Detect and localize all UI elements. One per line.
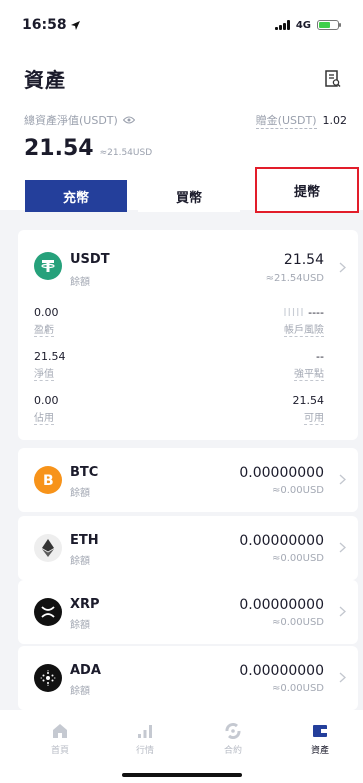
home-icon [53, 724, 67, 738]
records-icon[interactable] [325, 70, 341, 88]
stat-value: ---- [308, 306, 324, 319]
coin-sub: 餘額 [70, 556, 90, 567]
tab-home[interactable]: 首頁 [30, 722, 90, 756]
coin-sub: 餘額 [70, 277, 90, 288]
coin-usd: ≈0.00USD [271, 553, 324, 564]
liquidation-stat: -- 強平點 [294, 350, 324, 381]
chevron-right-icon [339, 474, 346, 485]
signal-icon [274, 20, 290, 30]
stat-label: 強平點 [294, 365, 324, 381]
coin-name: ADA [70, 663, 101, 678]
tab-contract[interactable]: 合約 [203, 722, 263, 756]
stat-label: 盈虧 [34, 321, 54, 337]
coin-sub: 餘額 [70, 488, 90, 499]
chevron-right-icon [339, 672, 346, 683]
coin-name: BTC [70, 465, 99, 480]
location-arrow-icon [70, 20, 80, 30]
usdt-logo-icon [34, 252, 62, 280]
eth-logo-icon [34, 534, 62, 562]
coin-name: ETH [70, 533, 99, 548]
eye-icon[interactable] [122, 116, 135, 124]
network-label: 4G [295, 19, 311, 31]
usdt-card[interactable]: USDT 餘額 21.54 ≈21.54USD 0.00 盈虧 IIIII --… [18, 230, 358, 440]
chevron-right-icon [339, 606, 346, 617]
clock-text: 16:58 [22, 17, 67, 33]
coin-usd: ≈0.00USD [271, 485, 324, 496]
page-title: 資產 [24, 68, 66, 92]
deposit-button[interactable]: 充幣 [25, 180, 127, 212]
stat-label: 淨值 [34, 365, 54, 381]
coin-row-btc[interactable]: B BTC 餘額 0.00000000 ≈0.00USD [18, 448, 358, 512]
chevron-right-icon [339, 262, 346, 273]
occupied-stat: 0.00 佔用 [34, 394, 59, 425]
pnl-stat: 0.00 盈虧 [34, 306, 59, 337]
status-bar: 16:58 4G [0, 0, 363, 50]
coin-amount: 21.54 [283, 252, 324, 268]
stat-value: 21.54 [292, 394, 325, 407]
status-right: 4G [274, 19, 341, 31]
stat-value: -- [316, 350, 324, 363]
tab-label: 首頁 [50, 746, 69, 756]
risk-stat: IIIII ---- 帳戶風險 [283, 306, 324, 337]
stat-label: 佔用 [34, 409, 54, 425]
net-value-label: 總資產淨值(USDT) [24, 112, 135, 128]
coin-sub: 餘額 [70, 686, 90, 697]
equity-stat: 21.54 淨值 [34, 350, 66, 381]
coin-name: USDT [70, 252, 110, 267]
bonus-value: 1.02 [322, 114, 348, 127]
bottom-tab-bar: 首頁 行情 合約 資產 [0, 710, 363, 783]
stat-label: 可用 [304, 409, 324, 425]
coin-amount: 0.00000000 [239, 663, 324, 679]
status-time: 16:58 [22, 17, 80, 33]
net-value-amount: 21.54 [24, 136, 94, 161]
available-stat: 21.54 可用 [292, 394, 325, 425]
coin-name: XRP [70, 597, 100, 612]
tab-market[interactable]: 行情 [115, 722, 175, 756]
coin-row-eth[interactable]: ETH 餘額 0.00000000 ≈0.00USD [18, 516, 358, 580]
market-icon [138, 725, 152, 738]
risk-bar: IIIII [283, 306, 305, 319]
tab-label: 資產 [310, 746, 329, 756]
chevron-right-icon [339, 542, 346, 553]
svg-text:B: B [43, 473, 54, 488]
stat-value: 0.00 [34, 394, 59, 407]
tab-assets[interactable]: 資產 [290, 722, 350, 756]
tab-label: 行情 [135, 746, 154, 756]
battery-icon [317, 20, 341, 30]
coin-row-xrp[interactable]: XRP 餘額 0.00000000 ≈0.00USD [18, 580, 358, 644]
btc-logo-icon: B [34, 466, 62, 494]
home-indicator [122, 773, 242, 777]
coin-usd: ≈0.00USD [271, 617, 324, 628]
xrp-logo-icon [34, 598, 62, 626]
assets-icon [313, 725, 327, 737]
coin-amount: 0.00000000 [239, 597, 324, 613]
coin-amount: 0.00000000 [239, 465, 324, 481]
coin-usd: ≈21.54USD [265, 273, 324, 284]
stat-value: 21.54 [34, 350, 66, 363]
coin-usd: ≈0.00USD [271, 683, 324, 694]
coin-row-ada[interactable]: ADA 餘額 0.00000000 ≈0.00USD [18, 646, 358, 710]
stat-value: 0.00 [34, 306, 59, 319]
buy-button[interactable]: 買幣 [138, 180, 240, 212]
contract-icon [225, 723, 241, 739]
coin-sub: 餘額 [70, 620, 90, 631]
bonus-label: 贈金(USDT) [255, 114, 317, 129]
net-value: 21.54 ≈21.54USD [24, 136, 152, 161]
action-buttons: 充幣 買幣 提幣 [24, 167, 359, 222]
ada-logo-icon [34, 664, 62, 692]
tab-label: 合約 [223, 746, 242, 756]
net-value-usd: ≈21.54USD [99, 148, 153, 158]
coin-amount: 0.00000000 [239, 533, 324, 549]
net-label-text: 總資產淨值(USDT) [24, 114, 118, 127]
withdraw-button[interactable]: 提幣 [255, 167, 359, 213]
stat-label: 帳戶風險 [284, 321, 324, 337]
bonus-info[interactable]: 贈金(USDT) 1.02 [255, 112, 348, 129]
